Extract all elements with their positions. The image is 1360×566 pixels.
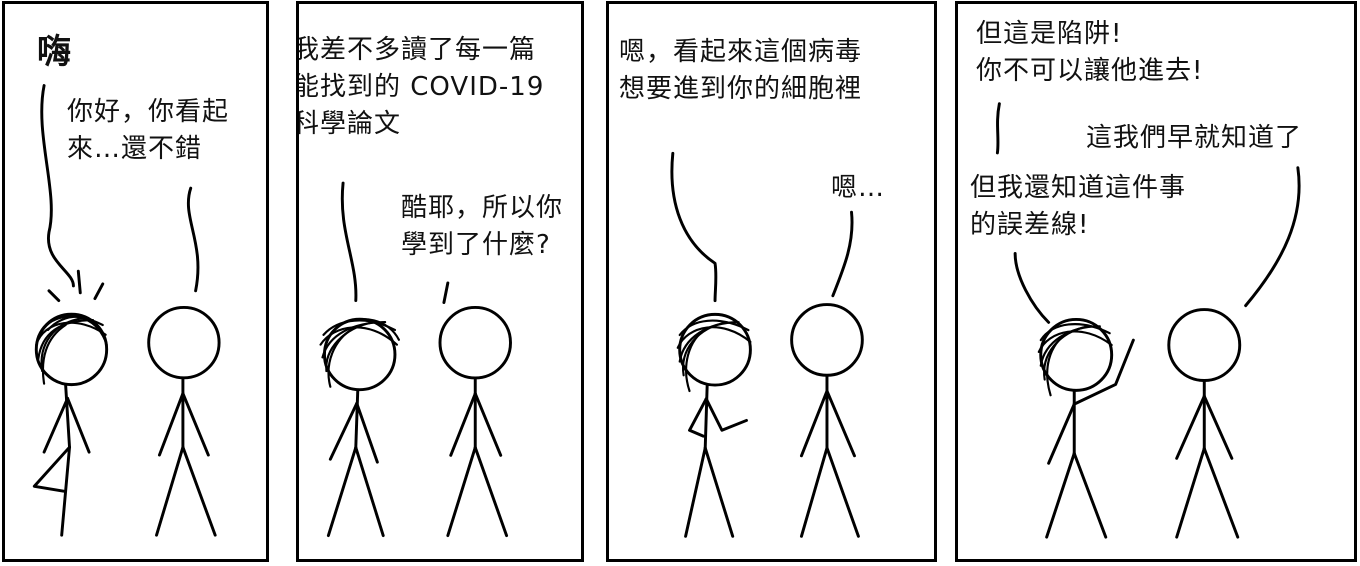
exclamation-text: 嗨 (37, 32, 72, 72)
left-figure-leg (354, 446, 385, 538)
left-figure-leg (326, 446, 358, 538)
excitement-mark (47, 289, 61, 303)
left-figure-arm (1047, 402, 1076, 465)
speech-tail-right (186, 186, 200, 293)
speech-bubble-text-bottom: 但我還知道這件事 的誤差線! (970, 173, 1187, 240)
left-figure-arm (328, 401, 359, 461)
panel-1-drawing (32, 84, 221, 537)
right-figure-head (438, 305, 512, 380)
right-figure-arm (825, 389, 856, 458)
speech-tail-right (442, 281, 450, 305)
speech-tail-left (1013, 251, 1051, 324)
speech-bubble-text-top: 但這是陷阱! 你不可以讓他進去! (976, 19, 1204, 86)
left-figure-body (64, 383, 71, 449)
left-figure-leg (1045, 451, 1076, 539)
comic-panel-3: 嗯，看起來這個病毒 想要進到你的細胞裡 嗯… (606, 1, 937, 562)
speech-bubble-text-right: 嗯… (831, 173, 886, 203)
speech-tail-top (995, 102, 1001, 155)
speech-tail-right (831, 210, 854, 298)
right-figure-arm (799, 389, 829, 458)
left-figure-head (322, 317, 397, 392)
right-figure-head (1167, 308, 1242, 382)
left-figure-arm (355, 401, 379, 464)
left-figure-leg (1072, 451, 1108, 539)
right-figure-leg (1175, 446, 1206, 539)
right-figure-arm (449, 392, 477, 457)
excitement-mark (93, 282, 105, 301)
left-figure-body (354, 389, 360, 449)
right-figure-leg (155, 445, 185, 537)
excitement-mark (76, 269, 82, 295)
left-figure-arm (688, 397, 708, 438)
speech-bubble-text: 你好，你看起 來…還不錯 (67, 97, 230, 164)
right-figure-leg (799, 446, 829, 538)
left-figure-body (703, 383, 709, 450)
right-figure-arm (181, 391, 210, 457)
left-figure-arm (704, 397, 748, 432)
right-figure-leg (825, 446, 860, 538)
speech-tail-right (1244, 166, 1301, 308)
right-figure-leg (446, 446, 477, 538)
right-figure-head (147, 305, 221, 380)
left-figure-leg (703, 446, 735, 538)
left-figure-leg (684, 446, 707, 538)
left-figure-arm (42, 396, 70, 454)
left-figure-arm (66, 396, 91, 454)
comic-panel-2: 我差不多讀了每一篇 能找到的 COVID-19 科學論文 酷耶，所以你 學到了什… (296, 1, 584, 562)
speech-bubble-text-right: 酷耶，所以你 學到了什麼? (401, 193, 564, 260)
speech-tail-left (670, 151, 718, 303)
right-figure-leg (181, 445, 217, 537)
right-figure-arm (473, 392, 503, 457)
speech-bubble-text-left: 嗯，看起來這個病毒 想要進到你的細胞裡 (619, 37, 863, 104)
speech-bubble-text-left: 我差不多讀了每一篇 能找到的 COVID-19 科學論文 (296, 35, 545, 139)
comic-panel-4: 但這是陷阱! 你不可以讓他進去! 這我們早就知道了 但我還知道這件事 的誤差線! (955, 1, 1357, 562)
right-figure-head (790, 303, 864, 377)
right-figure-arm (157, 391, 185, 457)
speech-bubble-text-right: 這我們早就知道了 (1086, 123, 1303, 153)
speech-tail-left (340, 181, 358, 303)
right-figure-leg (473, 446, 509, 538)
comic-panel-1: 嗨 你好，你看起 來…還不錯 (2, 1, 269, 562)
right-figure-arm (1202, 394, 1234, 460)
right-figure-leg (1202, 446, 1240, 539)
left-figure-leg (32, 445, 71, 493)
right-figure-arm (1175, 394, 1206, 460)
